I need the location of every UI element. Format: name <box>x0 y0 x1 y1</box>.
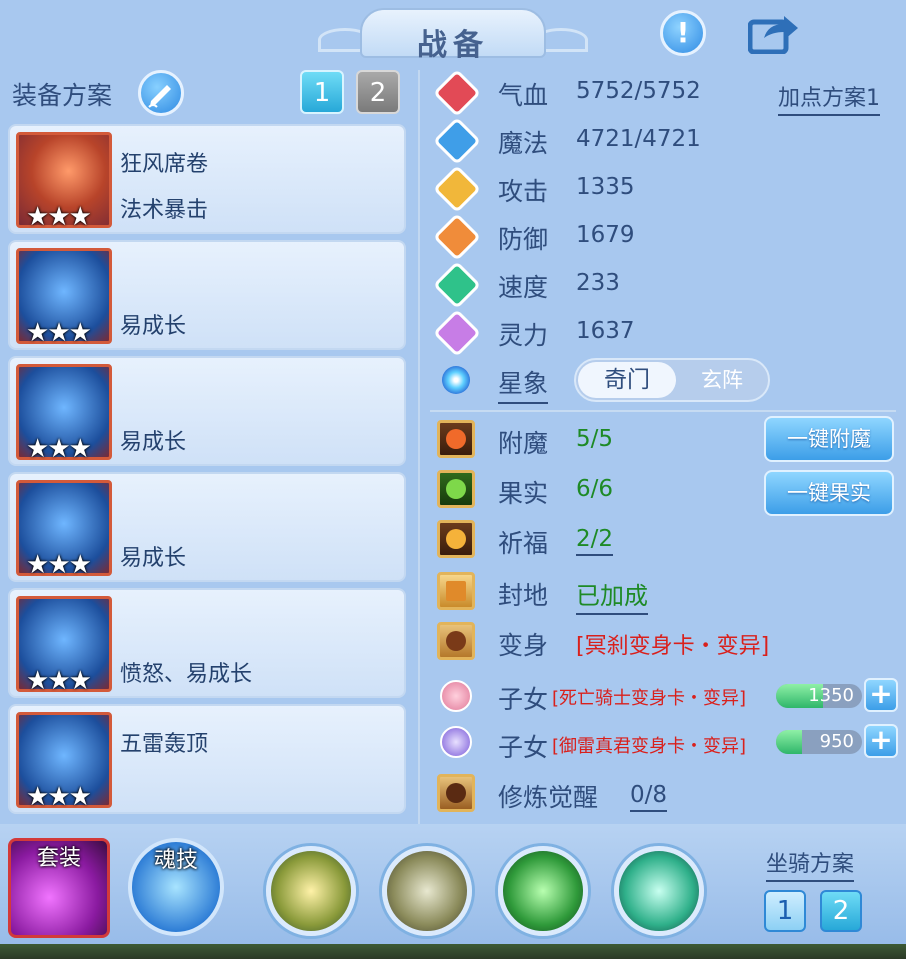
stat-label-mana: 魔法 <box>498 129 549 158</box>
stat-label-attack: 攻击 <box>498 177 549 206</box>
equip-desc: 易成长 <box>120 546 187 571</box>
spirit-icon <box>432 308 482 358</box>
transform-card[interactable]: [冥刹变身卡・变异] <box>576 628 769 660</box>
child-1-progress-value: 1350 <box>808 685 854 706</box>
stat-value-spirit: 1637 <box>576 318 635 344</box>
stat-label-hp: 气血 <box>498 81 549 110</box>
equip-slot-necklace[interactable]: ★★★ 易成长 <box>8 472 406 582</box>
star-rating: ★★★ <box>26 318 92 348</box>
equip-desc: 易成长 <box>120 430 187 455</box>
mount-scheme-label: 坐骑方案 <box>766 846 855 882</box>
awaken-icon <box>437 774 475 812</box>
child-1-label: 子女 <box>498 685 549 714</box>
edit-icon[interactable] <box>138 70 184 116</box>
equip-desc: 法术暴击 <box>120 198 209 223</box>
soul-skill-label: 魂技 <box>153 848 198 873</box>
equip-scheme-2-button[interactable]: 2 <box>356 70 400 114</box>
stat-label-speed: 速度 <box>498 273 549 302</box>
enchant-label: 附魔 <box>498 429 549 458</box>
toggle-option-xuanzhen[interactable]: 玄阵 <box>676 362 768 398</box>
stat-label-defense: 防御 <box>498 225 549 254</box>
section-divider <box>430 410 896 412</box>
skill-slot-3[interactable] <box>498 846 588 936</box>
child-1-progress: 1350 <box>776 684 862 708</box>
child-2-progress-fill <box>776 730 802 754</box>
skill-slot-4[interactable] <box>614 846 704 936</box>
equip-scheme-1-button[interactable]: 1 <box>300 70 344 114</box>
child-1-add-button[interactable]: + <box>864 678 898 712</box>
equip-name: 狂风席卷 <box>120 152 209 177</box>
equipment-set-label: 套装 <box>36 846 81 871</box>
fruit-icon <box>437 470 475 508</box>
toggle-option-qimen[interactable]: 奇门 <box>578 362 676 398</box>
child-2-add-button[interactable]: + <box>864 724 898 758</box>
equip-scheme-label: 装备方案 <box>12 81 113 110</box>
star-rating: ★★★ <box>26 202 92 232</box>
child-2-label: 子女 <box>498 733 549 762</box>
skill-slot-2[interactable] <box>382 846 472 936</box>
enchant-icon <box>437 420 475 458</box>
child-2-icon <box>440 726 472 758</box>
mount-scheme-2-button[interactable]: 2 <box>820 890 862 932</box>
stat-value-mana: 4721/4721 <box>576 126 701 152</box>
child-2-progress-value: 950 <box>819 731 854 752</box>
equip-name: 五雷轰顶 <box>120 732 209 757</box>
formation-toggle[interactable]: 奇门 玄阵 <box>574 358 770 402</box>
bless-value[interactable]: 2/2 <box>576 526 614 556</box>
fruit-value: 6/6 <box>576 476 614 502</box>
equip-slot-weapon[interactable]: ★★★ 狂风席卷 法术暴击 <box>8 124 406 234</box>
child-1-icon <box>440 680 472 712</box>
child-2-card[interactable]: [御雷真君变身卡・变异] <box>552 732 746 758</box>
bless-icon <box>437 520 475 558</box>
skill-slot-1[interactable] <box>266 846 356 936</box>
share-icon[interactable] <box>748 12 800 54</box>
awaken-value[interactable]: 0/8 <box>630 782 668 812</box>
equip-slot-helmet[interactable]: ★★★ 易成长 <box>8 240 406 350</box>
one-click-fruit-button[interactable]: 一键果实 <box>764 470 894 516</box>
star-sign-link[interactable]: 星象 <box>498 364 549 404</box>
stat-value-speed: 233 <box>576 270 620 296</box>
defense-icon <box>432 212 482 262</box>
star-rating: ★★★ <box>26 434 92 464</box>
equip-desc: 愤怒、易成长 <box>120 662 253 687</box>
stat-value-attack: 1335 <box>576 174 635 200</box>
star-rating: ★★★ <box>26 666 92 696</box>
enchant-value: 5/5 <box>576 426 614 452</box>
background-strip <box>0 944 906 959</box>
fief-icon <box>437 572 475 610</box>
fief-value[interactable]: 已加成 <box>576 576 648 615</box>
battle-prep-panel: 战备 ! 装备方案 1 2 ★★★ 狂风席卷 法术暴击 ★★★ 易成长 ★★★ … <box>0 0 906 944</box>
speed-icon <box>432 260 482 310</box>
child-1-card[interactable]: [死亡骑士变身卡・变异] <box>552 684 746 710</box>
transform-label: 变身 <box>498 631 549 660</box>
stat-value-hp: 5752/5752 <box>576 78 701 104</box>
equip-desc: 易成长 <box>120 314 187 339</box>
one-click-enchant-button[interactable]: 一键附魔 <box>764 416 894 462</box>
star-rating: ★★★ <box>26 782 92 812</box>
fief-label: 封地 <box>498 581 549 610</box>
stat-label-spirit: 灵力 <box>498 321 549 350</box>
title-tab: 战备 <box>360 8 546 63</box>
info-button[interactable]: ! <box>660 10 706 56</box>
bless-label: 祈福 <box>498 529 549 558</box>
equip-slot-armor[interactable]: ★★★ 易成长 <box>8 356 406 466</box>
panel-title: 战备 <box>417 28 489 63</box>
fruit-label: 果实 <box>498 479 549 508</box>
equip-slot-shoes[interactable]: ★★★ 五雷轰顶 <box>8 704 406 814</box>
mana-icon <box>432 116 482 166</box>
equip-slot-belt[interactable]: ★★★ 愤怒、易成长 <box>8 588 406 698</box>
hp-icon <box>432 68 482 118</box>
child-2-progress: 950 <box>776 730 862 754</box>
transform-icon <box>437 622 475 660</box>
attack-icon <box>432 164 482 214</box>
star-sign-icon <box>442 366 470 394</box>
stat-value-defense: 1679 <box>576 222 635 248</box>
mount-scheme-1-button[interactable]: 1 <box>764 890 806 932</box>
column-divider <box>418 70 420 830</box>
point-plan-link[interactable]: 加点方案1 <box>778 80 880 116</box>
star-rating: ★★★ <box>26 550 92 580</box>
awaken-label: 修炼觉醒 <box>498 783 599 812</box>
